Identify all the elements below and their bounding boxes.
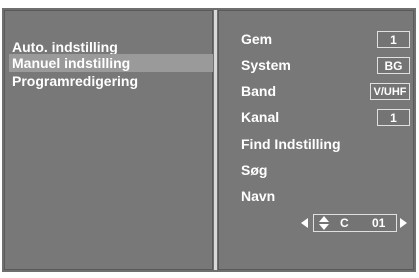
band-value[interactable]: V/UHF: [370, 83, 410, 100]
channel-value[interactable]: 1: [377, 109, 410, 126]
menu-item-label: Auto. indstilling: [12, 39, 118, 55]
search-label[interactable]: Søg: [241, 161, 267, 179]
system-value[interactable]: BG: [377, 57, 410, 74]
menu-item-label: Programredigering: [12, 73, 139, 89]
name-character: C: [340, 216, 349, 230]
name-field[interactable]: C 01: [313, 214, 397, 232]
arrow-left-icon[interactable]: [301, 218, 308, 228]
menu-item-program-edit[interactable]: Programredigering: [9, 72, 213, 90]
system-label: System: [241, 57, 291, 73]
fine-tune-label[interactable]: Find Indstilling: [241, 135, 341, 153]
panel-divider: [214, 10, 217, 270]
up-down-arrows-icon: [319, 216, 329, 230]
name-label: Navn: [241, 188, 276, 204]
manual-tuning-panel: Gem 1 System BG Band V/UHF Kanal 1 Find …: [218, 10, 414, 270]
store-value[interactable]: 1: [377, 31, 410, 48]
name-editor[interactable]: C 01: [301, 214, 407, 232]
channel-label: Kanal: [241, 109, 280, 125]
tv-menu-frame: Auto. indstilling Manuel indstilling Pro…: [2, 8, 416, 272]
menu-item-manual-tuning[interactable]: Manuel indstilling: [9, 54, 213, 72]
name-number: 01: [372, 216, 386, 230]
menu-list-panel: Auto. indstilling Manuel indstilling Pro…: [4, 10, 213, 270]
band-label: Band: [241, 83, 276, 99]
menu-item-label: Manuel indstilling: [12, 55, 131, 71]
arrow-right-icon[interactable]: [400, 218, 407, 228]
store-label: Gem: [241, 31, 273, 47]
